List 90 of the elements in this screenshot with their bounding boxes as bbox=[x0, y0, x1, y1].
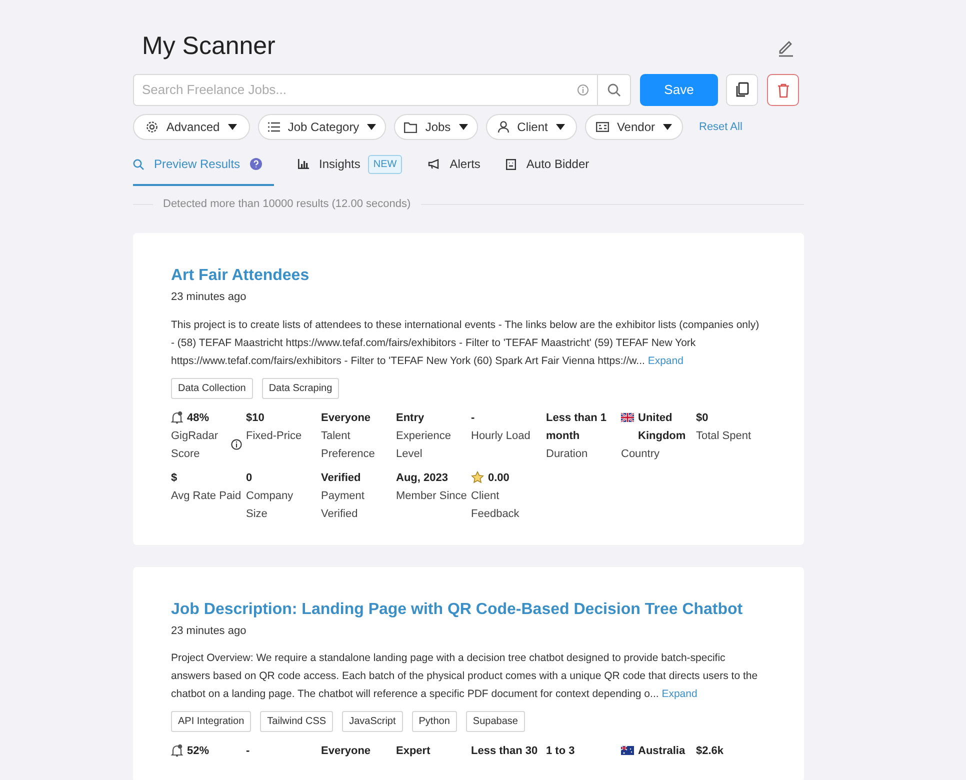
list-icon bbox=[268, 122, 280, 132]
robot-icon bbox=[506, 158, 516, 170]
stat-label: GigRadar Score bbox=[171, 428, 220, 462]
stat-label: Duration bbox=[546, 446, 589, 462]
search-button[interactable] bbox=[598, 74, 631, 106]
stat-label: Client Feedback bbox=[471, 488, 520, 522]
stat-value: - bbox=[471, 410, 475, 426]
stat-label: Talent Preference bbox=[321, 428, 376, 462]
bar-chart-icon bbox=[298, 159, 310, 169]
stat-value: Less than 1 month bbox=[546, 410, 608, 444]
caret-icon bbox=[556, 124, 565, 130]
caret-icon bbox=[367, 124, 376, 130]
stat-label: Country bbox=[621, 446, 661, 462]
posted-time: 23 minutes ago bbox=[171, 624, 248, 638]
flag-icon bbox=[621, 412, 634, 422]
stat-label: Fixed-Price bbox=[246, 428, 303, 444]
filter-dropdown[interactable]: Advanced bbox=[133, 114, 250, 140]
copy-button[interactable] bbox=[726, 74, 758, 106]
expand-link[interactable]: Expand bbox=[648, 354, 684, 366]
stat-label: Payment Verified bbox=[321, 488, 366, 522]
stat-label: Experience Level bbox=[396, 428, 452, 462]
gear-icon bbox=[146, 121, 158, 133]
skill-tag: Supabase bbox=[466, 711, 525, 732]
trash-icon bbox=[776, 82, 790, 98]
delete-button[interactable] bbox=[767, 74, 799, 106]
caret-icon bbox=[458, 124, 468, 130]
stat-value: $ bbox=[171, 470, 178, 486]
stat-value: Expert bbox=[396, 744, 430, 759]
stat-label: Hourly Load bbox=[471, 428, 532, 444]
person-icon bbox=[498, 121, 510, 133]
bell-icon bbox=[171, 744, 183, 757]
stat-value: - bbox=[246, 744, 250, 759]
search-input[interactable]: Search Freelance Jobs... bbox=[142, 80, 577, 100]
stat-value: 52% bbox=[187, 744, 210, 759]
stat-value: United Kingdom bbox=[638, 410, 687, 444]
flag-icon bbox=[621, 746, 634, 755]
caret-icon bbox=[228, 124, 237, 130]
expand-link[interactable]: Expand bbox=[662, 688, 698, 700]
job-description: This project is to create lists of attendees to these international events - The links below are the exhibitor lists (companies only) - (58) TEFAF Maastricht https://www.tefaf.com/fairs/exhibitors - Filter to 'TEFAF Maastricht' (59) TEFAF New York https://www.tefaf.com/fairs/exhibitors - Filter to 'TEFAF New York (60) Spark Art Fair Vienna https://w... Expand bbox=[171, 318, 760, 368]
stat-value: 0.00 bbox=[488, 470, 510, 486]
tab[interactable]: Insights NEW bbox=[298, 154, 402, 186]
skill-tag: JavaScript bbox=[342, 711, 403, 732]
tab[interactable]: Auto Bidder bbox=[506, 154, 590, 186]
stat-value: $10 bbox=[246, 410, 264, 426]
job-title-link[interactable]: Job Description: Landing Page with QR Code-Based Decision Tree Chatbot bbox=[171, 600, 743, 620]
stat-label: Total Spent bbox=[696, 428, 752, 444]
stat-label: Company Size bbox=[246, 488, 294, 522]
stat-value: Entry bbox=[396, 410, 424, 426]
search-icon bbox=[607, 83, 621, 97]
stat-value: Less than 30 bbox=[471, 744, 538, 759]
star-icon bbox=[471, 470, 484, 484]
filter-dropdown[interactable]: Vendor bbox=[585, 114, 683, 140]
search-icon bbox=[133, 158, 144, 170]
filter-dropdown[interactable]: Job Category bbox=[258, 114, 386, 140]
filter-dropdown[interactable]: Jobs bbox=[394, 114, 478, 140]
job-description: Project Overview: We require a standalone landing page with a decision tree chatbot designed to provide batch-specific answers based on QR code access. Each batch of the physical product comes with a unique QR code that directs users to the chatbot on a landing page. The chatbot will reference a specific PDF document for context depending o... Expand bbox=[171, 651, 759, 702]
job-title-link[interactable]: Art Fair Attendees bbox=[171, 266, 310, 286]
stat-value: Aug, 2023 bbox=[396, 470, 448, 486]
folder-icon bbox=[404, 122, 418, 132]
stat-value: $0 bbox=[696, 410, 708, 426]
stat-value: Everyone bbox=[321, 744, 371, 759]
new-badge: NEW bbox=[368, 154, 402, 174]
help-icon bbox=[250, 158, 262, 170]
stat-value: Everyone bbox=[321, 410, 371, 426]
stat-value: 0 bbox=[246, 470, 252, 486]
stat-value: Australia bbox=[638, 744, 686, 759]
caret-icon bbox=[663, 124, 672, 130]
stat-value: 48% bbox=[187, 410, 210, 426]
stat-label: Avg Rate Paid bbox=[171, 488, 242, 504]
stat-label: Member Since bbox=[396, 488, 467, 504]
skill-tag: Data Collection bbox=[171, 378, 253, 398]
results-summary: Detected more than 10000 results (12.00 seconds) bbox=[162, 196, 412, 212]
page-title: My Scanner bbox=[142, 31, 276, 62]
stat-value: $2.6k bbox=[696, 744, 724, 759]
info-icon bbox=[577, 84, 589, 96]
posted-time: 23 minutes ago bbox=[171, 290, 248, 305]
id-card-icon bbox=[596, 122, 609, 132]
copy-icon bbox=[735, 82, 749, 98]
search-field[interactable]: Search Freelance Jobs... bbox=[133, 74, 598, 106]
skill-tag: Python bbox=[412, 711, 457, 732]
info-icon bbox=[231, 439, 242, 450]
megaphone-icon bbox=[428, 159, 440, 169]
bell-icon bbox=[171, 410, 183, 424]
stat-value: 1 to 3 bbox=[546, 744, 575, 759]
skill-tag: Tailwind CSS bbox=[260, 711, 334, 732]
stat-value: Verified bbox=[321, 470, 361, 486]
tab[interactable]: Alerts bbox=[428, 154, 480, 186]
skill-tag: Data Scraping bbox=[262, 378, 340, 398]
filter-dropdown[interactable]: Client bbox=[486, 114, 577, 140]
skill-tag: API Integration bbox=[171, 711, 252, 732]
